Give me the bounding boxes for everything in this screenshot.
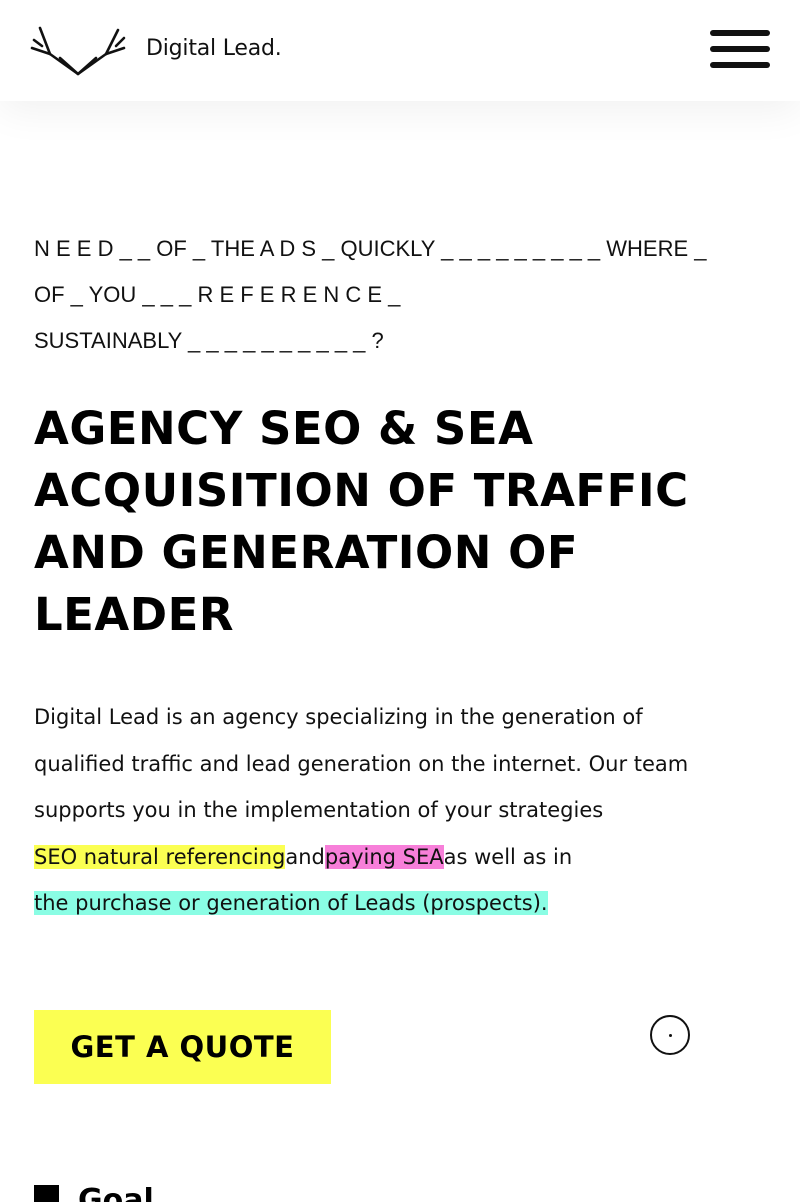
menu-bar bbox=[710, 30, 770, 36]
tagline: N E E D _ _ OF _ THE A D S _ QUICKLY _ _… bbox=[34, 226, 774, 364]
hamburger-menu-icon[interactable] bbox=[710, 30, 770, 72]
site-header: Digital Lead. bbox=[0, 0, 800, 101]
intro-line: supports you in the implementation of yo… bbox=[34, 798, 604, 822]
section-title: Goal bbox=[78, 1183, 154, 1202]
tagline-line: N E E D _ _ OF _ THE A D S _ QUICKLY _ _… bbox=[34, 236, 707, 261]
logo[interactable]: Digital Lead. bbox=[30, 24, 282, 78]
next-section-heading: Goal bbox=[34, 1183, 434, 1202]
connector-text: as well as in bbox=[443, 844, 573, 869]
intro-line: Digital Lead is an agency specializing i… bbox=[34, 705, 643, 729]
tagline-line: SUSTAINABLY _ _ _ _ _ _ _ _ _ _ ? bbox=[34, 328, 384, 353]
menu-bar bbox=[710, 46, 770, 52]
intro-line: SEO natural referencingandpaying SEAas w… bbox=[34, 834, 774, 881]
page-title: AGENCY SEO & SEA ACQUISITION OF TRAFFIC … bbox=[34, 398, 774, 646]
connector-text: and bbox=[285, 844, 325, 869]
intro-paragraph: Digital Lead is an agency specializing i… bbox=[34, 694, 774, 927]
square-bullet-icon bbox=[34, 1185, 59, 1202]
get-quote-button[interactable]: GET A QUOTE bbox=[34, 1010, 331, 1084]
menu-bar bbox=[710, 62, 770, 68]
tagline-line: OF _ YOU _ _ _ R E F E R E N C E _ bbox=[34, 282, 401, 307]
intro-line: the purchase or generation of Leads (pro… bbox=[34, 880, 774, 927]
antler-icon bbox=[30, 24, 128, 78]
seo-highlight[interactable]: SEO natural referencing bbox=[34, 844, 286, 869]
leads-highlight[interactable]: the purchase or generation of Leads (pro… bbox=[34, 891, 548, 915]
page-title-line: AND GENERATION OF bbox=[34, 526, 579, 579]
intro-line: qualified traffic and lead generation on… bbox=[34, 751, 689, 776]
page-title-line: AGENCY SEO & SEA bbox=[34, 402, 534, 455]
brand-name: Digital Lead. bbox=[146, 36, 282, 61]
page-title-line: ACQUISITION OF TRAFFIC bbox=[34, 464, 689, 517]
cursor-circle-icon bbox=[650, 1015, 690, 1055]
page-title-line: LEADER bbox=[34, 588, 234, 641]
sea-highlight[interactable]: paying SEA bbox=[324, 844, 444, 869]
